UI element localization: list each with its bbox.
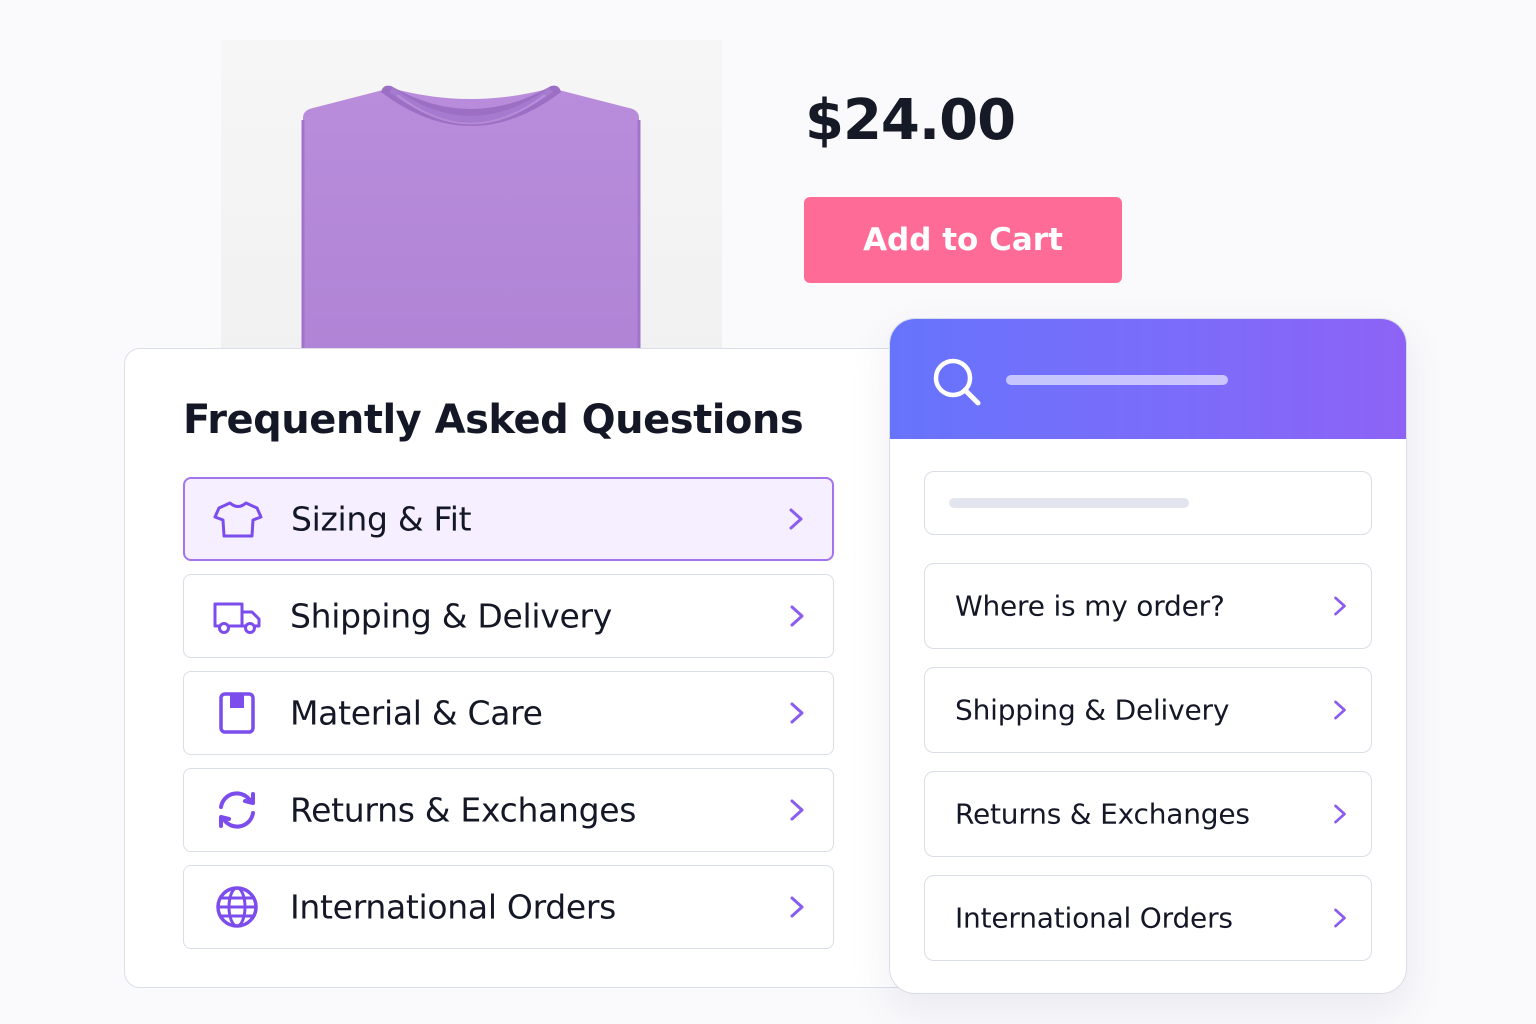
add-to-cart-button[interactable]: Add to Cart xyxy=(804,197,1122,283)
chevron-right-icon xyxy=(790,702,804,724)
chevron-right-icon xyxy=(790,896,804,918)
faq-item-shipping-delivery[interactable]: Shipping & Delivery xyxy=(183,574,834,658)
widget-item-shipping-delivery[interactable]: Shipping & Delivery xyxy=(924,667,1372,753)
faq-panel: Frequently Asked Questions Sizing & Fit … xyxy=(124,348,924,988)
chevron-right-icon xyxy=(789,508,803,530)
product-image xyxy=(221,40,722,360)
faq-title: Frequently Asked Questions xyxy=(183,397,804,443)
faq-item-label: International Orders xyxy=(290,887,617,927)
search-icon[interactable] xyxy=(930,355,984,409)
widget-item-returns-exchanges[interactable]: Returns & Exchanges xyxy=(924,771,1372,857)
tshirt-photo xyxy=(301,85,641,360)
widget-item-label: Shipping & Delivery xyxy=(955,693,1230,727)
chevron-right-icon xyxy=(1334,700,1346,720)
tshirt-icon xyxy=(213,494,263,544)
search-input[interactable] xyxy=(1006,375,1228,385)
truck-icon xyxy=(212,591,262,641)
chevron-right-icon xyxy=(790,799,804,821)
widget-item-label: Where is my order? xyxy=(955,589,1225,623)
widget-search-field[interactable] xyxy=(924,471,1372,535)
input-placeholder-bar xyxy=(949,498,1189,508)
widget-item-international-orders[interactable]: International Orders xyxy=(924,875,1372,961)
chevron-right-icon xyxy=(1334,596,1346,616)
faq-item-sizing-fit[interactable]: Sizing & Fit xyxy=(183,477,834,561)
faq-item-material-care[interactable]: Material & Care xyxy=(183,671,834,755)
faq-item-international-orders[interactable]: International Orders xyxy=(183,865,834,949)
chevron-right-icon xyxy=(790,605,804,627)
faq-item-label: Material & Care xyxy=(290,693,543,733)
faq-item-returns-exchanges[interactable]: Returns & Exchanges xyxy=(183,768,834,852)
widget-header xyxy=(890,319,1406,439)
widget-item-where-is-my-order[interactable]: Where is my order? xyxy=(924,563,1372,649)
product-price: $24.00 xyxy=(805,88,1016,153)
chevron-right-icon xyxy=(1334,804,1346,824)
help-widget: Where is my order? Shipping & Delivery R… xyxy=(889,318,1407,994)
globe-icon xyxy=(212,882,262,932)
widget-item-label: International Orders xyxy=(955,901,1233,935)
faq-item-label: Sizing & Fit xyxy=(291,499,472,539)
fabric-tag-icon xyxy=(212,688,262,738)
faq-item-label: Shipping & Delivery xyxy=(290,596,612,636)
faq-item-label: Returns & Exchanges xyxy=(290,790,637,830)
refresh-icon xyxy=(212,785,262,835)
chevron-right-icon xyxy=(1334,908,1346,928)
widget-item-label: Returns & Exchanges xyxy=(955,797,1250,831)
